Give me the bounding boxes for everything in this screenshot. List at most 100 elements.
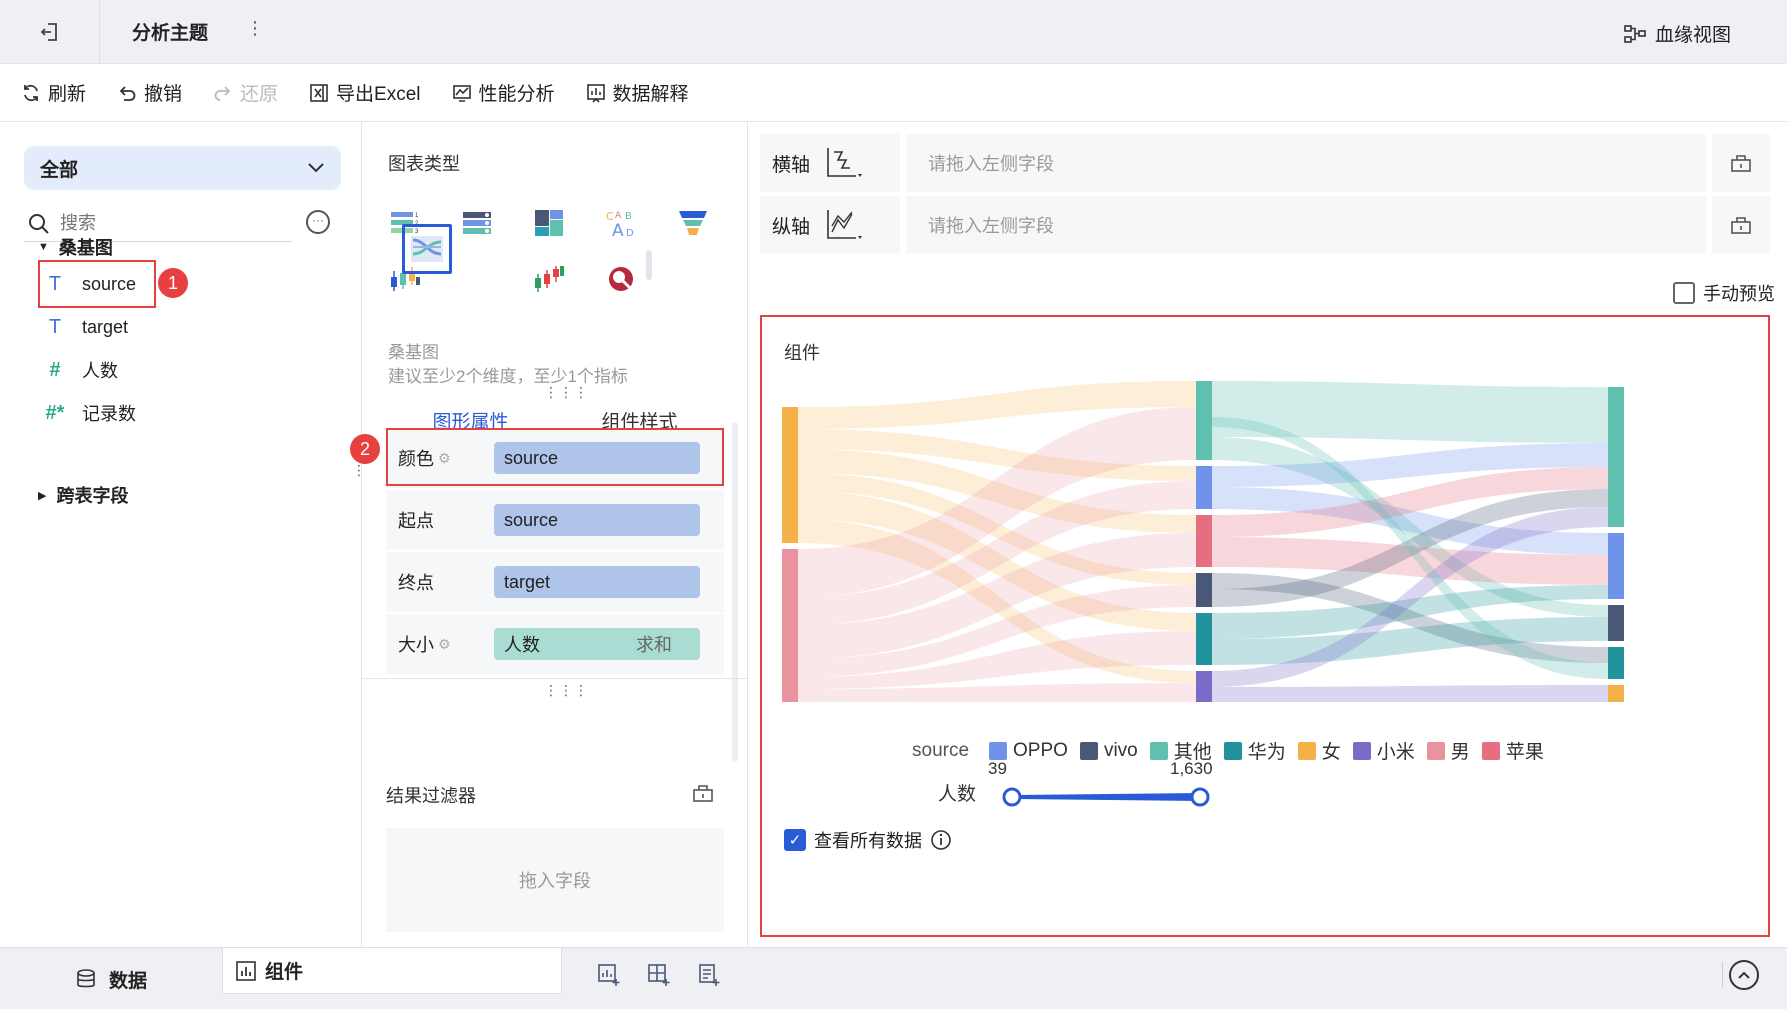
info-icon[interactable] — [930, 829, 952, 851]
refresh-label: 刷新 — [48, 84, 87, 105]
data-explain-button[interactable]: 数据解释 — [585, 79, 689, 106]
more-options-icon[interactable]: ··· — [306, 210, 330, 234]
legend-label: 男 — [1450, 742, 1470, 763]
bottom-bar: 数据 组件 — [0, 947, 1787, 1009]
y-axis-drop-zone[interactable]: 请拖入左侧字段 — [906, 196, 1706, 254]
refresh-button[interactable]: 刷新 — [20, 79, 86, 106]
props-scrollbar[interactable] — [732, 422, 738, 762]
pill-aggregation[interactable]: 求和 — [636, 631, 672, 657]
redo-button[interactable]: 还原 — [212, 79, 278, 106]
tab-widget[interactable]: 组件 — [222, 948, 562, 994]
add-chart-icon[interactable] — [596, 962, 622, 988]
prop-label-text: 大小 — [398, 635, 434, 655]
lineage-label: 血缘视图 — [1654, 25, 1731, 46]
text-field-icon: T — [48, 272, 62, 295]
chart-type-treemap-icon[interactable] — [524, 198, 574, 248]
view-all-checkbox[interactable]: ✓ — [784, 829, 806, 851]
undo-button[interactable]: 撤销 — [116, 79, 182, 106]
legend-label: 华为 — [1247, 742, 1286, 763]
size-min-handle[interactable] — [1002, 787, 1022, 807]
view-all-data-toggle[interactable]: ✓ 查看所有数据 — [784, 827, 952, 853]
sankey-node[interactable] — [1196, 671, 1212, 702]
field-source[interactable]: T source — [44, 266, 136, 302]
sankey-node[interactable] — [1608, 387, 1624, 527]
manual-preview-toggle[interactable]: 手动预览 — [1673, 280, 1775, 306]
chart-type-sankey-icon[interactable] — [402, 224, 452, 274]
scope-select[interactable]: 全部 — [24, 146, 341, 190]
legend-item[interactable]: 华为 — [1223, 737, 1286, 764]
legend-item[interactable]: 女 — [1297, 737, 1341, 764]
result-filter-title: 结果过滤器 — [386, 786, 476, 806]
drag-handle-icon[interactable]: ⋮ — [352, 462, 367, 479]
tree-group-sankey[interactable]: ▼ 桑基图 — [38, 234, 113, 260]
add-layout-icon[interactable] — [646, 962, 672, 988]
sankey-chart[interactable] — [782, 377, 1748, 717]
field-record-count[interactable]: #* 记录数 — [44, 395, 136, 431]
step-badge-1: 1 — [158, 268, 188, 298]
size-field-pill[interactable]: 人数 求和 — [494, 628, 700, 660]
field-people-count[interactable]: # 人数 — [44, 352, 118, 388]
tree-group-cross-table[interactable]: ▶ 跨表字段 — [38, 482, 128, 508]
axis-label-text: 纵轴 — [772, 216, 811, 238]
settings-icon[interactable]: ⚙ — [438, 636, 451, 653]
sankey-node[interactable] — [1608, 685, 1624, 702]
perf-label: 性能分析 — [478, 84, 555, 105]
sankey-node[interactable] — [1196, 573, 1212, 607]
legend-item[interactable]: 苹果 — [1481, 737, 1544, 764]
x-axis-type-icon[interactable] — [824, 146, 864, 180]
sankey-node[interactable] — [1196, 613, 1212, 665]
divider — [362, 678, 748, 679]
tree-group-label: 跨表字段 — [56, 486, 129, 506]
start-field-pill[interactable]: source — [494, 504, 700, 536]
size-max-handle[interactable] — [1190, 787, 1210, 807]
sankey-node[interactable] — [1196, 515, 1212, 567]
chart-type-wordcloud-icon[interactable]: CABAD — [596, 198, 646, 248]
legend-item[interactable]: 小米 — [1352, 737, 1415, 764]
field-label: target — [82, 316, 129, 337]
export-excel-button[interactable]: 导出Excel — [308, 79, 421, 106]
field-label: 记录数 — [82, 404, 136, 424]
sankey-node[interactable] — [782, 549, 798, 702]
x-axis-settings-icon[interactable] — [1712, 134, 1770, 192]
exit-button[interactable] — [0, 0, 100, 64]
sankey-node[interactable] — [782, 407, 798, 543]
collapse-up-icon[interactable] — [1729, 960, 1759, 990]
search-input[interactable] — [60, 213, 260, 234]
chart-type-custom-icon[interactable] — [596, 254, 646, 304]
manual-preview-checkbox[interactable] — [1673, 282, 1695, 304]
chart-types-scrollbar[interactable] — [646, 250, 652, 280]
filter-settings-icon[interactable] — [692, 782, 714, 809]
legend-label: 女 — [1321, 742, 1341, 763]
chart-type-list-icon[interactable] — [452, 198, 502, 248]
perf-analysis-button[interactable]: 性能分析 — [451, 79, 555, 106]
resize-handle-icon[interactable]: ⋮⋮⋮ — [544, 682, 589, 699]
page-title: 分析主题 — [132, 23, 209, 44]
redo-label: 还原 — [240, 84, 279, 105]
chart-type-funnel-icon[interactable] — [668, 198, 718, 248]
sankey-node[interactable] — [1608, 533, 1624, 599]
y-axis-settings-icon[interactable] — [1712, 196, 1770, 254]
x-axis-drop-zone[interactable]: 请拖入左侧字段 — [906, 134, 1706, 192]
legend-swatch — [1223, 741, 1242, 760]
chart-type-candlestick-icon[interactable] — [524, 254, 574, 304]
svg-text:A: A — [612, 221, 624, 238]
legend-item[interactable]: vivo — [1079, 740, 1138, 762]
lineage-view-button[interactable]: 血缘视图 — [1623, 20, 1731, 47]
sankey-node[interactable] — [1196, 466, 1212, 509]
legend-item[interactable]: 男 — [1426, 737, 1470, 764]
more-menu-icon[interactable]: ⋮ — [246, 18, 264, 39]
tab-data[interactable]: 数据 — [0, 948, 222, 1009]
end-field-pill[interactable]: target — [494, 566, 700, 598]
field-target[interactable]: T target — [44, 309, 128, 345]
add-text-icon[interactable] — [696, 962, 722, 988]
filter-drop-zone[interactable]: 拖入字段 — [386, 828, 724, 932]
chart-widget[interactable]: 组件 source OPPO vivo 其他 华为女小米男苹果 人数 39 1,630… — [760, 315, 1770, 937]
sankey-link[interactable] — [1212, 685, 1608, 702]
size-range-slider[interactable] — [1002, 785, 1212, 809]
sankey-node[interactable] — [1608, 647, 1624, 679]
y-axis-type-icon[interactable] — [824, 208, 864, 242]
caret-right-icon: ▶ — [38, 489, 47, 502]
sankey-node[interactable] — [1196, 381, 1212, 460]
lineage-icon — [1624, 24, 1646, 43]
sankey-node[interactable] — [1608, 605, 1624, 641]
